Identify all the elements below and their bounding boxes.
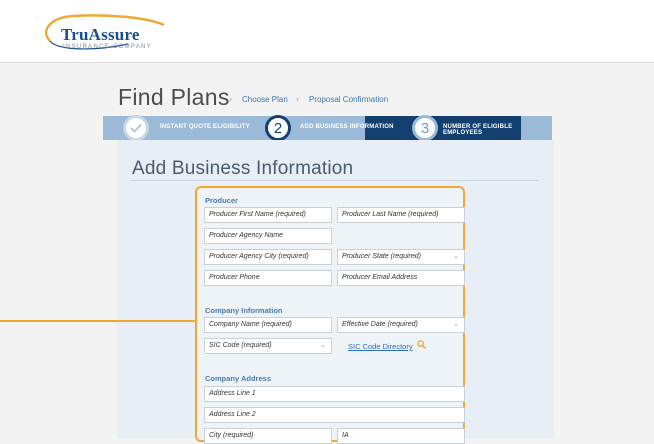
callout-pointer-line [0, 320, 196, 322]
company-address-group-label: Company Address [205, 374, 271, 383]
effective-date-select[interactable]: Effective Date (required) ⌄ [337, 317, 465, 333]
chevron-down-icon: ⌄ [453, 253, 459, 260]
producer-agency-name-field[interactable]: Producer Agency Name [204, 228, 332, 244]
check-icon [130, 123, 142, 133]
address-line-2-field[interactable]: Address Line 2 [204, 407, 465, 423]
brand-name: TruAssure [61, 25, 140, 44]
producer-first-name-field[interactable]: Producer First Name (required) [204, 207, 332, 223]
section-heading: Add Business Information [132, 158, 354, 179]
search-icon[interactable] [417, 340, 426, 351]
breadcrumb-proposal-confirmation[interactable]: Proposal Confirmation [309, 95, 388, 104]
breadcrumb-choose-plan[interactable]: Choose Plan [242, 95, 288, 104]
producer-state-select[interactable]: Producer State (required) ⌄ [337, 249, 465, 265]
sic-code-directory-link[interactable]: SIC Code Directory [348, 342, 413, 351]
producer-last-name-field[interactable]: Producer Last Name (required) [337, 207, 465, 223]
section-divider [130, 180, 539, 181]
producer-agency-city-field[interactable]: Producer Agency City (required) [204, 249, 332, 265]
company-name-field[interactable]: Company Name (required) [204, 317, 332, 333]
progress-steps: INSTANT QUOTE ELIGIBILITY 2 ADD BUSINESS… [103, 115, 552, 141]
city-field[interactable]: City (required) [204, 428, 332, 444]
sic-code-select[interactable]: SIC Code (required) ⌄ [204, 338, 332, 354]
step-1-label: INSTANT QUOTE ELIGIBILITY [160, 124, 250, 130]
producer-group-label: Producer [205, 196, 238, 205]
producer-state-value: Producer State (required) [342, 253, 421, 260]
address-line-1-field[interactable]: Address Line 1 [204, 386, 465, 402]
effective-date-value: Effective Date (required) [342, 321, 418, 328]
brand-tagline: INSURANCE COMPANY [63, 44, 152, 50]
step-2-label: ADD BUSINESS INFORMATION [300, 124, 394, 130]
sic-code-value: SIC Code (required) [209, 342, 272, 349]
step-3-number[interactable]: 3 [412, 115, 438, 141]
step-1-check-icon[interactable] [123, 115, 149, 141]
breadcrumb-separator: › [229, 94, 232, 104]
step-2-number[interactable]: 2 [265, 115, 291, 141]
chevron-down-icon: ⌄ [453, 321, 459, 328]
page-title: Find Plans [118, 84, 230, 110]
producer-phone-field[interactable]: Producer Phone [204, 270, 332, 286]
breadcrumb-separator: › [296, 94, 299, 104]
app-header: TruAssure INSURANCE COMPANY [0, 0, 654, 63]
state-field[interactable]: IA [337, 428, 465, 444]
producer-email-field[interactable]: Producer Email Address [337, 270, 465, 286]
step-3-label: NUMBER OF ELIGIBLE EMPLOYEES [443, 124, 513, 136]
chevron-down-icon: ⌄ [320, 342, 326, 349]
truassure-logo[interactable]: TruAssure INSURANCE COMPANY [36, 11, 168, 51]
company-info-group-label: Company Information [205, 306, 283, 315]
